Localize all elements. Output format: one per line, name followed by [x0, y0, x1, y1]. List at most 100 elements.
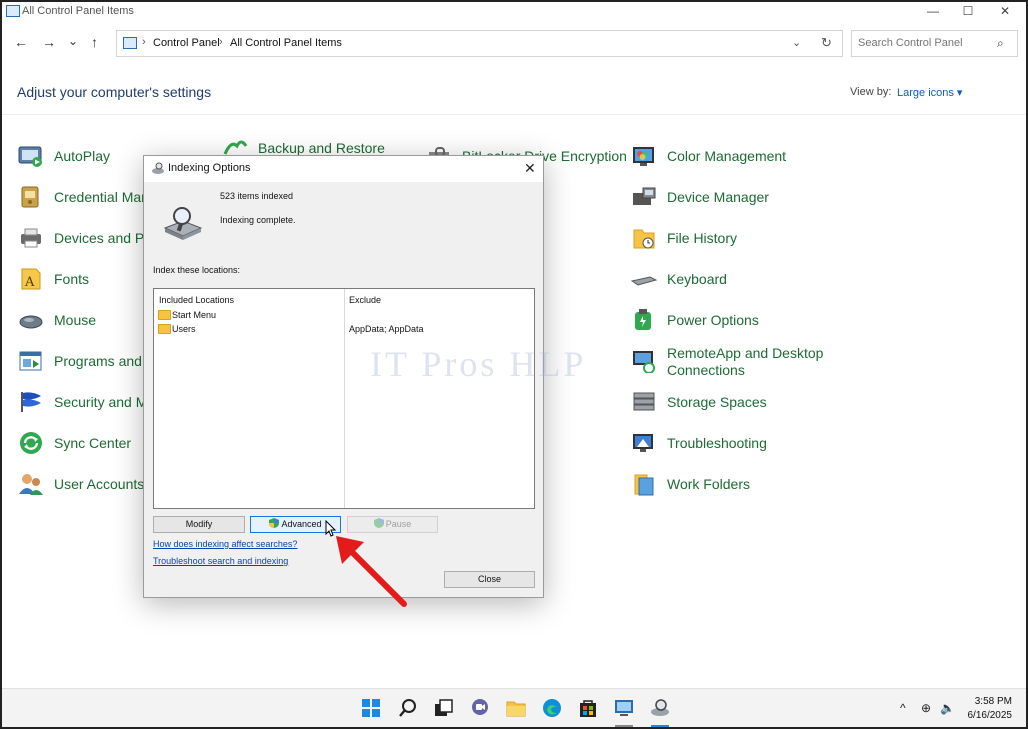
cp-item-label: File History — [667, 230, 738, 246]
volume-icon[interactable]: 🔈 — [940, 701, 955, 715]
cp-item-label: Programs and F — [54, 353, 155, 369]
maximize-button[interactable]: ☐ — [949, 2, 987, 22]
cp-item-label: User Accounts — [54, 476, 145, 492]
list-item[interactable]: Start Menu — [158, 310, 216, 322]
system-clock[interactable]: 3:58 PM 6/16/2025 — [962, 695, 1013, 723]
cp-item-label: Device Manager — [667, 189, 769, 205]
power-options-icon — [635, 309, 651, 330]
location-name: Users — [172, 324, 196, 334]
cp-item-label: Work Folders — [667, 476, 750, 492]
search-box[interactable]: ⌕ — [851, 30, 1018, 57]
device-manager-icon — [633, 187, 656, 205]
clock-time: 3:58 PM — [974, 696, 1012, 707]
annotation-arrow-icon — [336, 536, 407, 607]
task-view-icon[interactable] — [434, 698, 454, 718]
programs-features-icon — [19, 351, 42, 371]
dialog-title: Indexing Options — [168, 162, 251, 174]
control-panel-icon — [123, 37, 137, 49]
cp-item-label: Mouse — [54, 312, 97, 328]
view-by-dropdown[interactable]: Large icons ▾ — [897, 86, 962, 99]
keyboard-icon — [631, 276, 657, 286]
column-header-exclude[interactable]: Exclude — [349, 295, 381, 305]
cp-item-label: AutoPlay — [54, 148, 111, 164]
address-dropdown-icon[interactable]: ⌄ — [792, 36, 801, 49]
cp-item-label: Security and Ma — [54, 394, 156, 410]
close-button[interactable]: ✕ — [986, 2, 1024, 22]
up-button[interactable]: ↑ — [91, 34, 98, 50]
location-exclude: AppData; AppData — [349, 324, 424, 334]
index-locations-label: Index these locations: — [153, 265, 241, 275]
indexing-status: Indexing complete. — [220, 215, 296, 225]
troubleshoot-link[interactable]: Troubleshoot search and indexing — [153, 556, 288, 566]
windows-start-icon[interactable] — [361, 698, 381, 718]
control-panel-window: All Control Panel Items — ☐ ✕ ← → ⌄ ↑ › … — [0, 0, 1028, 729]
indexing-help-link[interactable]: How does indexing affect searches? — [153, 539, 297, 549]
indexing-options-taskbar-icon[interactable] — [650, 698, 670, 718]
chat-icon[interactable] — [470, 698, 490, 718]
breadcrumb-separator: › — [219, 36, 223, 48]
remoteapp-icon — [633, 351, 655, 373]
back-button[interactable]: ← — [14, 34, 28, 50]
column-header-included[interactable]: Included Locations — [159, 295, 234, 305]
search-input[interactable] — [858, 37, 988, 49]
refresh-icon[interactable]: ↻ — [821, 35, 832, 51]
pause-label: Pause — [385, 519, 412, 529]
network-icon[interactable]: ⊕ — [921, 701, 931, 715]
pause-button[interactable]: Pause — [347, 516, 438, 533]
cp-item-label: Credential Mana — [54, 189, 157, 205]
cp-item-label: Storage Spaces — [667, 394, 767, 410]
file-history-icon — [633, 229, 655, 249]
search-icon[interactable] — [398, 698, 418, 718]
dialog-close-icon[interactable]: ✕ — [524, 160, 536, 177]
control-panel-taskbar-icon[interactable] — [614, 698, 634, 718]
folder-icon — [158, 310, 171, 320]
cp-item-label: Troubleshooting — [667, 435, 767, 451]
items-indexed-count: 523 items indexed — [220, 191, 294, 201]
sync-center-icon — [20, 432, 42, 454]
close-dialog-button[interactable]: Close — [444, 571, 535, 588]
dialog-title-bar: Indexing Options ✕ — [144, 156, 543, 182]
address-bar[interactable]: › Control Panel › All Control Panel Item… — [116, 30, 843, 57]
work-folders-icon — [634, 474, 654, 496]
clock-date: 6/16/2025 — [967, 710, 1013, 721]
title-bar: All Control Panel Items — ☐ ✕ — [2, 2, 1026, 24]
indexing-options-icon — [152, 162, 164, 174]
breadcrumb-all-items[interactable]: All Control Panel Items — [230, 37, 342, 49]
shield-icon — [269, 518, 280, 528]
advanced-label: Advanced — [281, 519, 322, 529]
troubleshooting-icon — [633, 434, 653, 452]
cp-item-label: Fonts — [54, 271, 90, 287]
window-title: All Control Panel Items — [22, 5, 134, 17]
cp-item-label-line1: RemoteApp and Desktop — [667, 345, 824, 361]
indexing-magnifier-icon — [163, 207, 203, 240]
autoplay-icon — [18, 146, 42, 167]
locations-list[interactable]: Included Locations Exclude Start Menu Us… — [153, 288, 535, 509]
cp-item-label: Color Management — [667, 148, 787, 164]
search-icon[interactable]: ⌕ — [997, 36, 1004, 51]
breadcrumb-control-panel[interactable]: Control Panel — [153, 37, 220, 49]
forward-button[interactable]: → — [42, 34, 56, 50]
shield-icon — [373, 518, 384, 528]
column-divider — [344, 289, 345, 508]
edge-browser-icon[interactable] — [542, 698, 562, 718]
credential-manager-icon — [21, 186, 39, 208]
devices-printers-icon — [21, 228, 41, 248]
microsoft-store-icon[interactable] — [578, 698, 598, 718]
running-indicator — [615, 725, 633, 727]
page-title: Adjust your computer's settings — [17, 84, 212, 100]
user-accounts-icon — [19, 474, 43, 495]
fonts-icon: A — [21, 268, 41, 290]
cp-item-label-line2: Connections — [667, 362, 745, 378]
tray-overflow-icon[interactable]: ^ — [900, 701, 906, 715]
recent-locations-button[interactable]: ⌄ — [68, 34, 78, 48]
modify-button[interactable]: Modify — [153, 516, 245, 533]
security-maintenance-icon — [21, 392, 41, 412]
minimize-button[interactable]: — — [914, 2, 952, 22]
list-item[interactable]: Users — [158, 324, 196, 336]
file-explorer-icon[interactable] — [506, 698, 526, 718]
location-name: Start Menu — [172, 310, 217, 320]
folder-icon — [158, 324, 171, 334]
divider — [2, 114, 1026, 115]
cp-item-label: Keyboard — [667, 271, 727, 287]
cp-item-label: Sync Center — [54, 435, 132, 451]
